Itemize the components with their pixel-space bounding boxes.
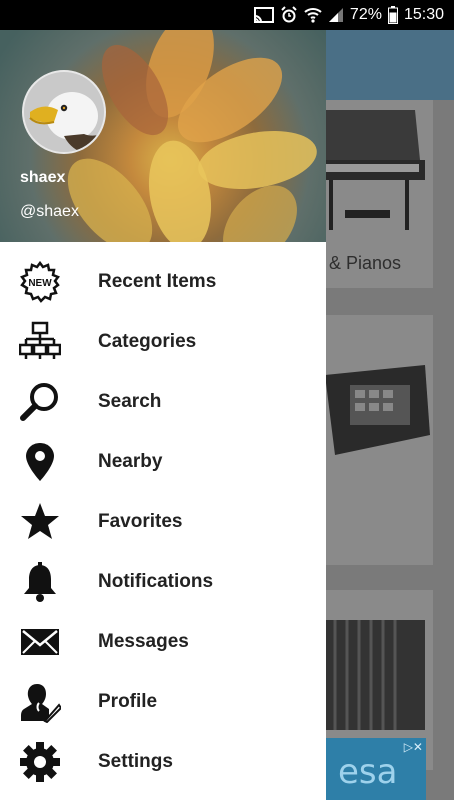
- menu-item-profile[interactable]: Profile: [0, 672, 326, 732]
- menu-label-settings: Settings: [98, 751, 173, 772]
- search-icon: [18, 382, 62, 422]
- drawer-header: shaex @shaex: [0, 30, 326, 242]
- menu-label-nearby: Nearby: [98, 451, 163, 472]
- eagle-avatar-image: [24, 72, 104, 152]
- ad-banner[interactable]: esa ▷✕: [326, 738, 426, 800]
- menu-item-categories[interactable]: Categories: [0, 312, 326, 372]
- menu-item-recent-items[interactable]: NEW Recent Items: [0, 252, 326, 312]
- user-handle: @shaex: [20, 203, 79, 220]
- menu-label-notifications: Notifications: [98, 571, 214, 592]
- new-badge-icon: NEW: [18, 261, 62, 303]
- svg-text:NEW: NEW: [28, 278, 52, 289]
- status-bar: 72% 15:30: [0, 0, 454, 30]
- menu-label-search: Search: [98, 391, 162, 412]
- battery-icon: [387, 6, 398, 24]
- signal-icon: [328, 7, 344, 23]
- clock: 15:30: [403, 6, 444, 23]
- avatar[interactable]: [22, 70, 106, 154]
- menu-item-favorites[interactable]: Favorites: [0, 492, 326, 552]
- menu-item-notifications[interactable]: Notifications: [0, 552, 326, 612]
- menu-item-nearby[interactable]: Nearby: [0, 432, 326, 492]
- ad-close-icon[interactable]: ▷✕: [404, 740, 423, 754]
- menu-item-settings[interactable]: Settings: [0, 732, 326, 792]
- sitemap-icon: [18, 321, 62, 362]
- star-icon: [18, 502, 62, 542]
- profile-icon: [18, 682, 62, 723]
- battery-percent: 72%: [349, 6, 382, 23]
- user-name: shaex: [20, 169, 66, 186]
- wifi-icon: [304, 7, 322, 23]
- menu-label-messages: Messages: [98, 631, 189, 652]
- menu-label-profile: Profile: [98, 691, 158, 712]
- menu-label-favorites: Favorites: [98, 511, 183, 532]
- location-pin-icon: [18, 442, 62, 482]
- ad-text: esa: [338, 752, 398, 792]
- menu-label-categories: Categories: [98, 331, 197, 352]
- bell-icon: [18, 562, 62, 602]
- alarm-icon: [280, 6, 298, 24]
- menu-label-recent-items: Recent Items: [98, 271, 217, 292]
- cast-icon: [253, 7, 274, 23]
- navigation-drawer: shaex @shaex NEW Recent Items Categories…: [0, 30, 326, 800]
- gear-icon: [18, 742, 62, 782]
- envelope-icon: [18, 622, 62, 662]
- drawer-menu: NEW Recent Items Categories Search Nearb…: [0, 252, 326, 792]
- menu-item-messages[interactable]: Messages: [0, 612, 326, 672]
- menu-item-search[interactable]: Search: [0, 372, 326, 432]
